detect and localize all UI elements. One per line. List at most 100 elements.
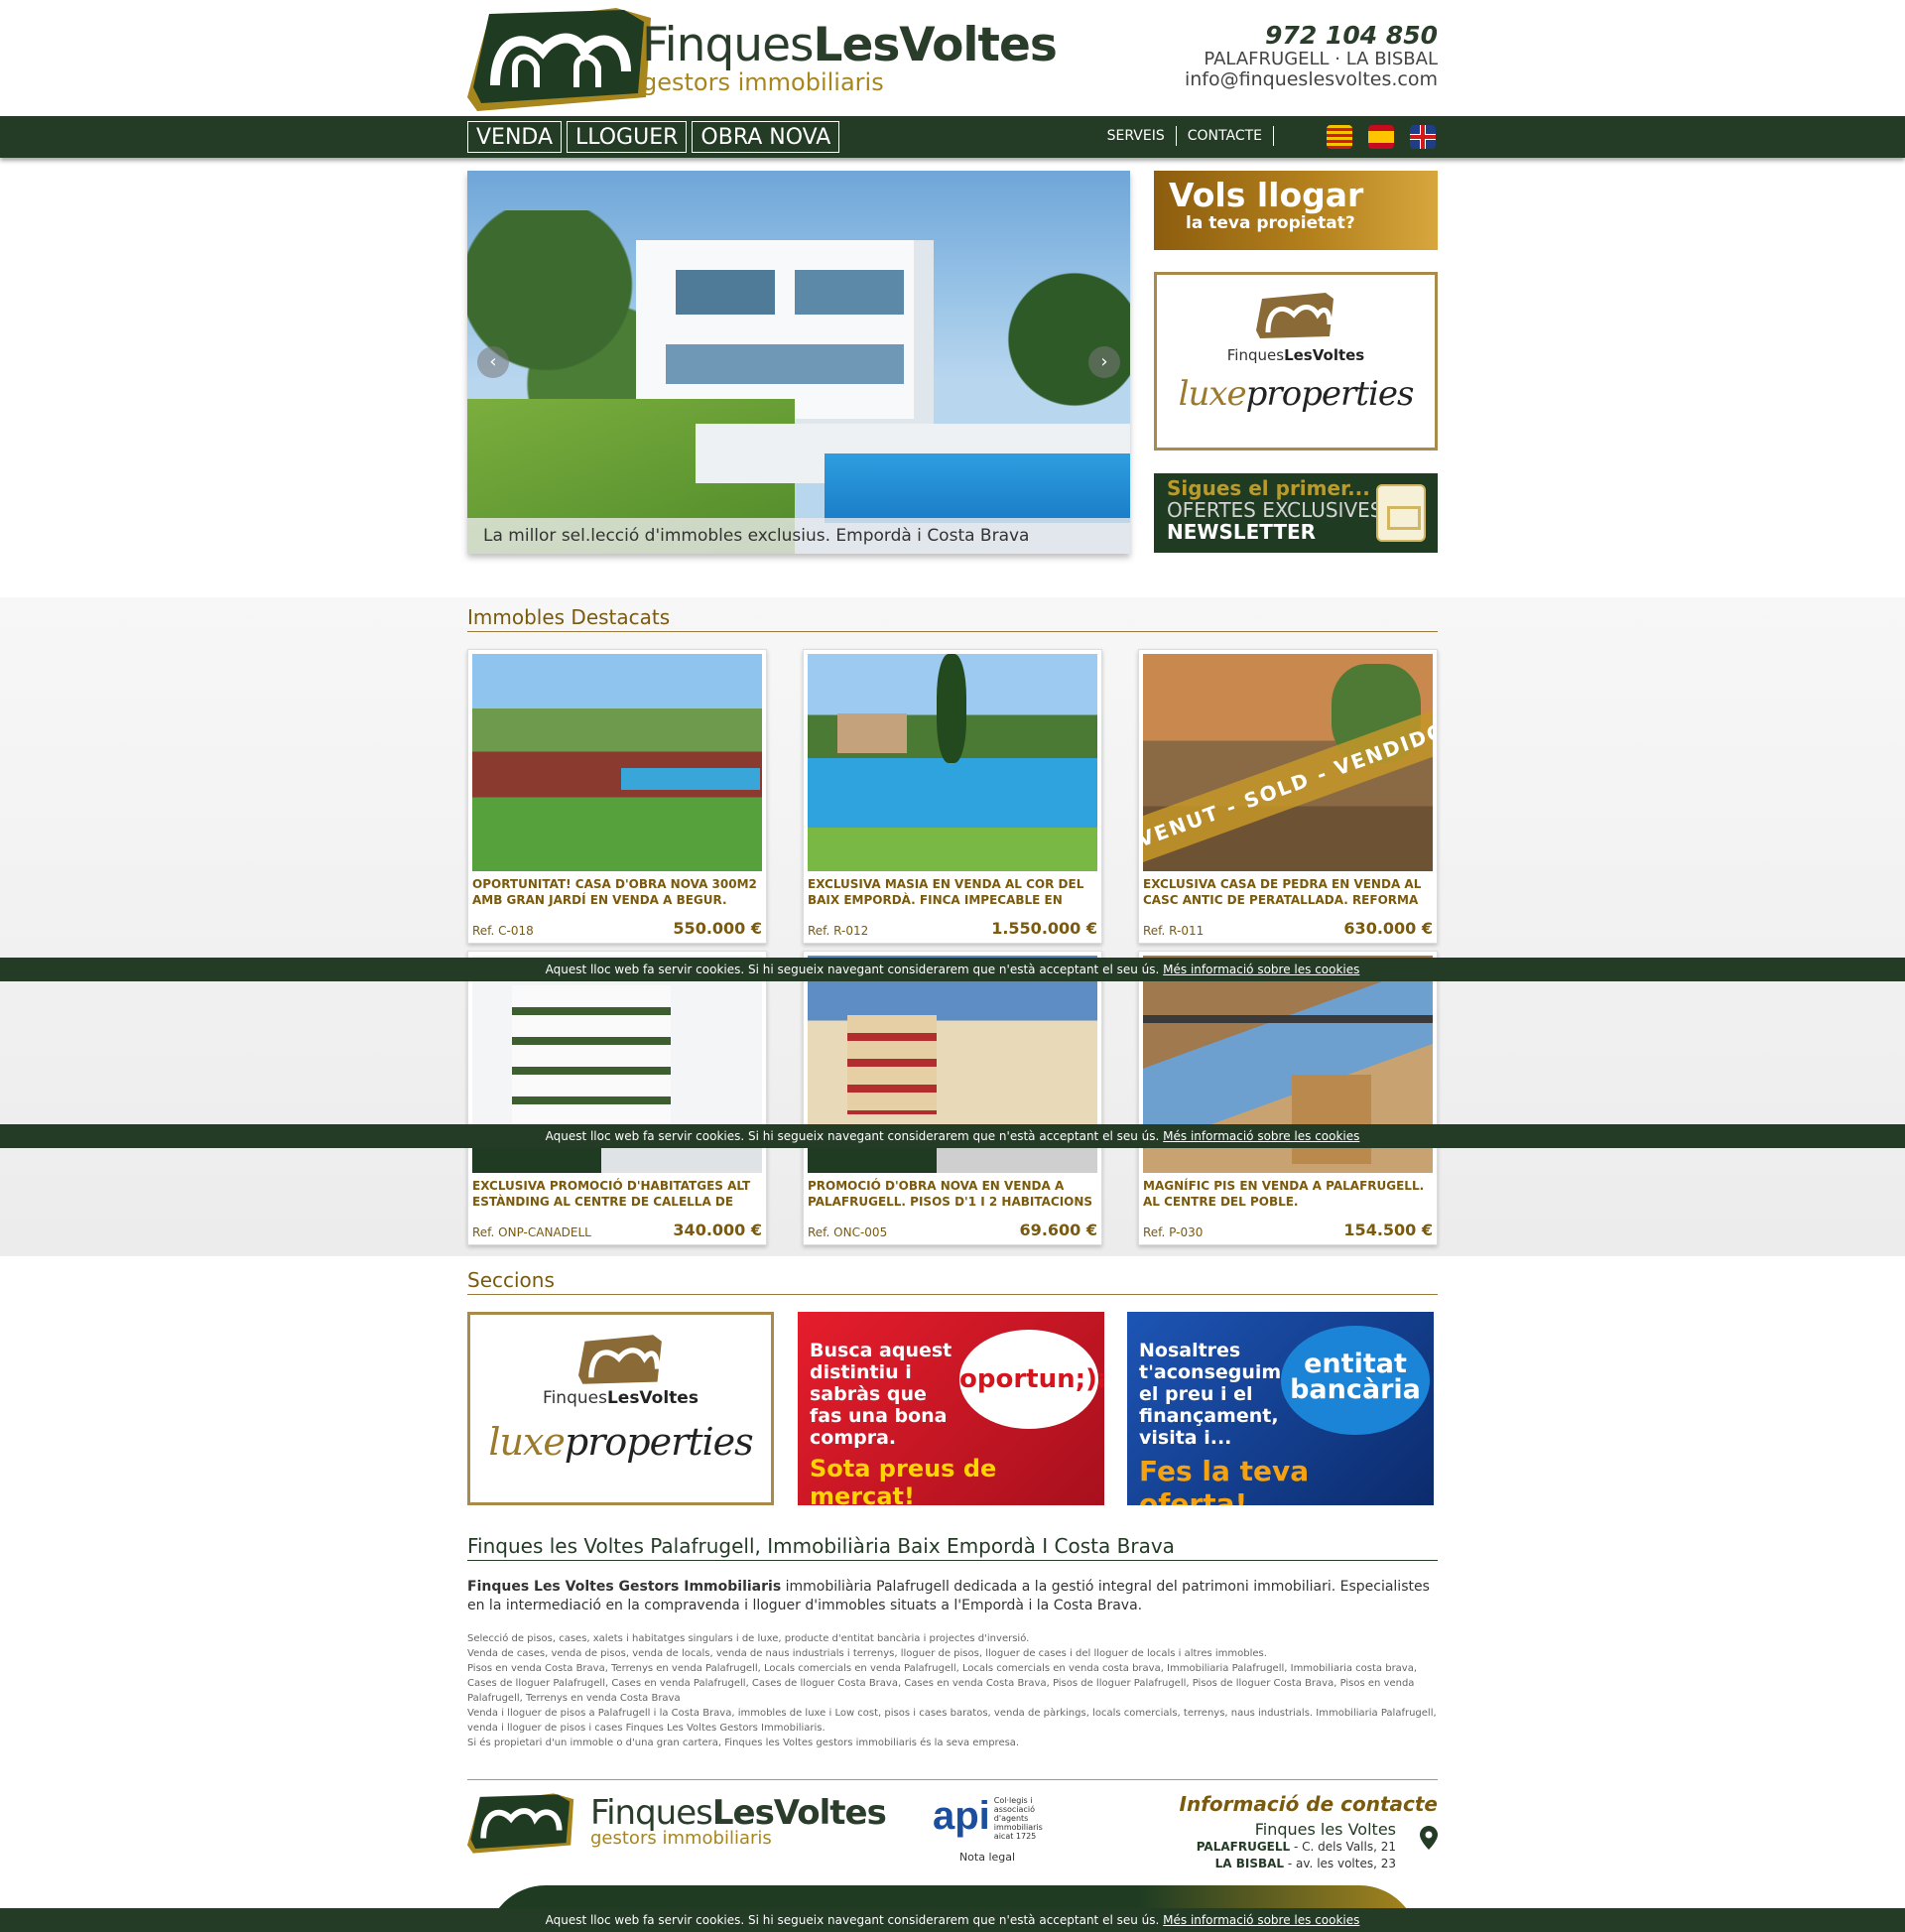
logo-icon[interactable] [467, 8, 656, 111]
property-card[interactable]: EXCLUSIVA PROMOCIÓ D'HABITATGES ALT ESTÀ… [467, 951, 767, 1245]
slider-next-icon[interactable]: › [1088, 346, 1120, 378]
bank-bubble-line2: bancària [1290, 1374, 1421, 1405]
info-lead-bold: Finques Les Voltes Gestors Immobiliaris [467, 1579, 782, 1595]
cookie-banner: Aquest lloc web fa servir cookies. Si hi… [0, 1124, 1905, 1148]
luxe-brand-bold: LesVoltes [606, 1388, 698, 1408]
luxe-logo-icon [577, 1335, 662, 1384]
info-line: Si és propietari d'un immoble o d'una gr… [467, 1738, 1020, 1748]
address-palafrugell: PALAFRUGELL - C. dels Valls, 21 [1180, 1839, 1396, 1856]
property-ref: Ref. C-018 [472, 924, 534, 938]
info-line: Pisos en venda Costa Brava, Terrenys en … [467, 1663, 1418, 1704]
property-ref: Ref. P-030 [1143, 1225, 1204, 1239]
nav-secondary: SERVEIS CONTACTE [1096, 126, 1274, 146]
hero-slider[interactable]: ‹ › La millor sel.lecció d'immobles excl… [467, 171, 1130, 554]
property-price: 1.550.000 € [991, 919, 1097, 938]
banner-rent-property[interactable]: Vols llogar la teva propietat? [1154, 171, 1438, 250]
nav-venda[interactable]: VENDA [467, 121, 563, 153]
oport-bubble: oportun;)at [959, 1330, 1104, 1429]
info-line: Selecció de pisos, cases, xalets i habit… [467, 1633, 1030, 1644]
property-ref: Ref. R-012 [808, 924, 869, 938]
luxe-script-b: properties [564, 1420, 754, 1464]
nav-lloguer[interactable]: LLOGUER [567, 121, 688, 153]
info-lead: Finques Les Voltes Gestors Immobiliaris … [467, 1578, 1438, 1615]
nav-contacte[interactable]: CONTACTE [1177, 126, 1274, 146]
property-title: MAGNÍFIC PIS EN VENDA A PALAFRUGELL. AL … [1143, 1179, 1425, 1209]
language-selector [1327, 125, 1436, 149]
address-street: - av. les voltes, 23 [1284, 1857, 1396, 1870]
flag-uk-icon[interactable] [1410, 125, 1436, 149]
luxe-script-a: luxe [488, 1420, 566, 1464]
info-line: Venda de cases, venda de pisos, venda de… [467, 1648, 1267, 1659]
footer-brand-name: FinquesLesVoltes [590, 1793, 887, 1833]
envelope-icon [1376, 484, 1426, 542]
contact-heading: Informació de contacte [1179, 1792, 1438, 1816]
section-entitat-bancaria[interactable]: Nosaltres t'aconseguim el preu i el fina… [1127, 1312, 1434, 1505]
footer-brand-bold: LesVoltes [711, 1793, 887, 1833]
cookie-info-link[interactable]: Més informació sobre les cookies [1163, 963, 1359, 976]
address-la-bisbal: LA BISBAL - av. les voltes, 23 [1180, 1856, 1396, 1872]
property-title: EXCLUSIVA PROMOCIÓ D'HABITATGES ALT ESTÀ… [472, 1179, 751, 1209]
email-link[interactable]: info@finqueslesvoltes.com [1185, 68, 1438, 91]
banner-luxe-properties[interactable]: FinquesLesVoltes luxeproperties [1154, 272, 1438, 451]
cookie-banner: Aquest lloc web fa servir cookies. Si hi… [0, 958, 1905, 981]
banner-rent-title: Vols llogar [1169, 176, 1364, 214]
luxe-brand-bold: LesVoltes [1284, 346, 1365, 364]
brand-name-bold: LesVoltes [813, 18, 1058, 72]
property-ref: Ref. ONC-005 [808, 1225, 888, 1239]
luxe-script-a: luxe [1178, 374, 1247, 414]
cookie-text: Aquest lloc web fa servir cookies. Si hi… [545, 963, 1160, 976]
info-keywords: Selecció de pisos, cases, xalets i habit… [467, 1631, 1438, 1750]
luxe-brand-light: Finques [543, 1388, 607, 1408]
brand-tagline: gestors immobiliaris [642, 68, 884, 96]
banner-newsletter[interactable]: Sigues el primer... OFERTES EXCLUSIVES N… [1154, 473, 1438, 553]
info-title: Finques les Voltes Palafrugell, Immobili… [467, 1534, 1438, 1561]
property-card[interactable]: EXCLUSIVA MASIA EN VENDA AL COR DEL BAIX… [803, 649, 1102, 944]
property-title: PROMOCIÓ D'OBRA NOVA EN VENDA A PALAFRUG… [808, 1179, 1093, 1209]
brand-name-light: Finques [642, 18, 814, 72]
cookie-text: Aquest lloc web fa servir cookies. Si hi… [545, 1913, 1160, 1927]
map-pin-icon[interactable] [1420, 1826, 1438, 1850]
cookie-text: Aquest lloc web fa servir cookies. Si hi… [545, 1129, 1160, 1143]
luxe-logo-icon [1256, 293, 1334, 338]
nav-serveis[interactable]: SERVEIS [1096, 126, 1177, 146]
api-badge: api Col·legis i associació d'agents immob… [933, 1796, 1062, 1864]
legal-notice-link[interactable]: Nota legal [933, 1851, 1042, 1864]
section-oportunitat[interactable]: Busca aquest distintiu i sabràs que fas … [798, 1312, 1104, 1505]
property-card[interactable]: OPORTUNITAT! CASA D'OBRA NOVA 300M2 AMB … [467, 649, 767, 944]
luxe-brand: FinquesLesVoltes [1157, 346, 1435, 364]
footer-contact: Informació de contacte Finques les Volte… [1180, 1792, 1438, 1872]
luxe-brand-light: Finques [1226, 346, 1285, 364]
api-logo-icon: api [933, 1794, 990, 1838]
section-luxe-properties[interactable]: FinquesLesVoltes luxeproperties [467, 1312, 774, 1505]
nav-main: VENDA LLOGUER OBRA NOVA [467, 121, 840, 153]
property-card[interactable]: VENUT - SOLD - VENDIDO EXCLUSIVA CASA DE… [1138, 649, 1438, 944]
bank-cta: Fes la teva oferta! [1139, 1455, 1310, 1505]
flag-catalan-icon[interactable] [1327, 125, 1352, 149]
site-header: FinquesLesVoltes gestors immobiliaris 97… [467, 0, 1438, 116]
nav-obra-nova[interactable]: OBRA NOVA [692, 121, 840, 153]
address-city: PALAFRUGELL [1196, 1840, 1291, 1854]
property-card[interactable]: PROMOCIÓ D'OBRA NOVA EN VENDA A PALAFRUG… [803, 951, 1102, 1245]
brand: FinquesLesVoltes gestors immobiliaris [642, 22, 1058, 96]
brand-name: FinquesLesVoltes [642, 22, 1058, 68]
luxe-script: luxeproperties [1157, 374, 1435, 414]
address-city: LA BISBAL [1214, 1857, 1285, 1870]
banner-rent-subtitle: la teva propietat? [1186, 213, 1355, 233]
flag-spanish-icon[interactable] [1368, 125, 1394, 149]
cookie-info-link[interactable]: Més informació sobre les cookies [1163, 1913, 1359, 1927]
property-price: 630.000 € [1343, 919, 1433, 938]
slider-prev-icon[interactable]: ‹ [477, 346, 509, 378]
cookie-info-link[interactable]: Més informació sobre les cookies [1163, 1129, 1359, 1143]
oport-cta: Sota preus de mercat! [810, 1455, 997, 1505]
luxe-script: luxeproperties [470, 1420, 771, 1464]
property-card[interactable]: MAGNÍFIC PIS EN VENDA A PALAFRUGELL. AL … [1138, 951, 1438, 1245]
property-photo [472, 654, 762, 871]
api-text: Col·legis i associació d'agents immobili… [993, 1796, 1043, 1841]
phone-number[interactable]: 972 104 850 [1185, 22, 1438, 50]
property-ref: Ref. R-011 [1143, 924, 1205, 938]
property-photo: VENUT - SOLD - VENDIDO [1143, 654, 1433, 871]
property-price: 340.000 € [673, 1221, 762, 1239]
property-price: 154.500 € [1343, 1221, 1433, 1239]
footer-logo-icon[interactable] [467, 1786, 576, 1861]
hero-caption: La millor sel.lecció d'immobles exclusiu… [467, 518, 1130, 554]
